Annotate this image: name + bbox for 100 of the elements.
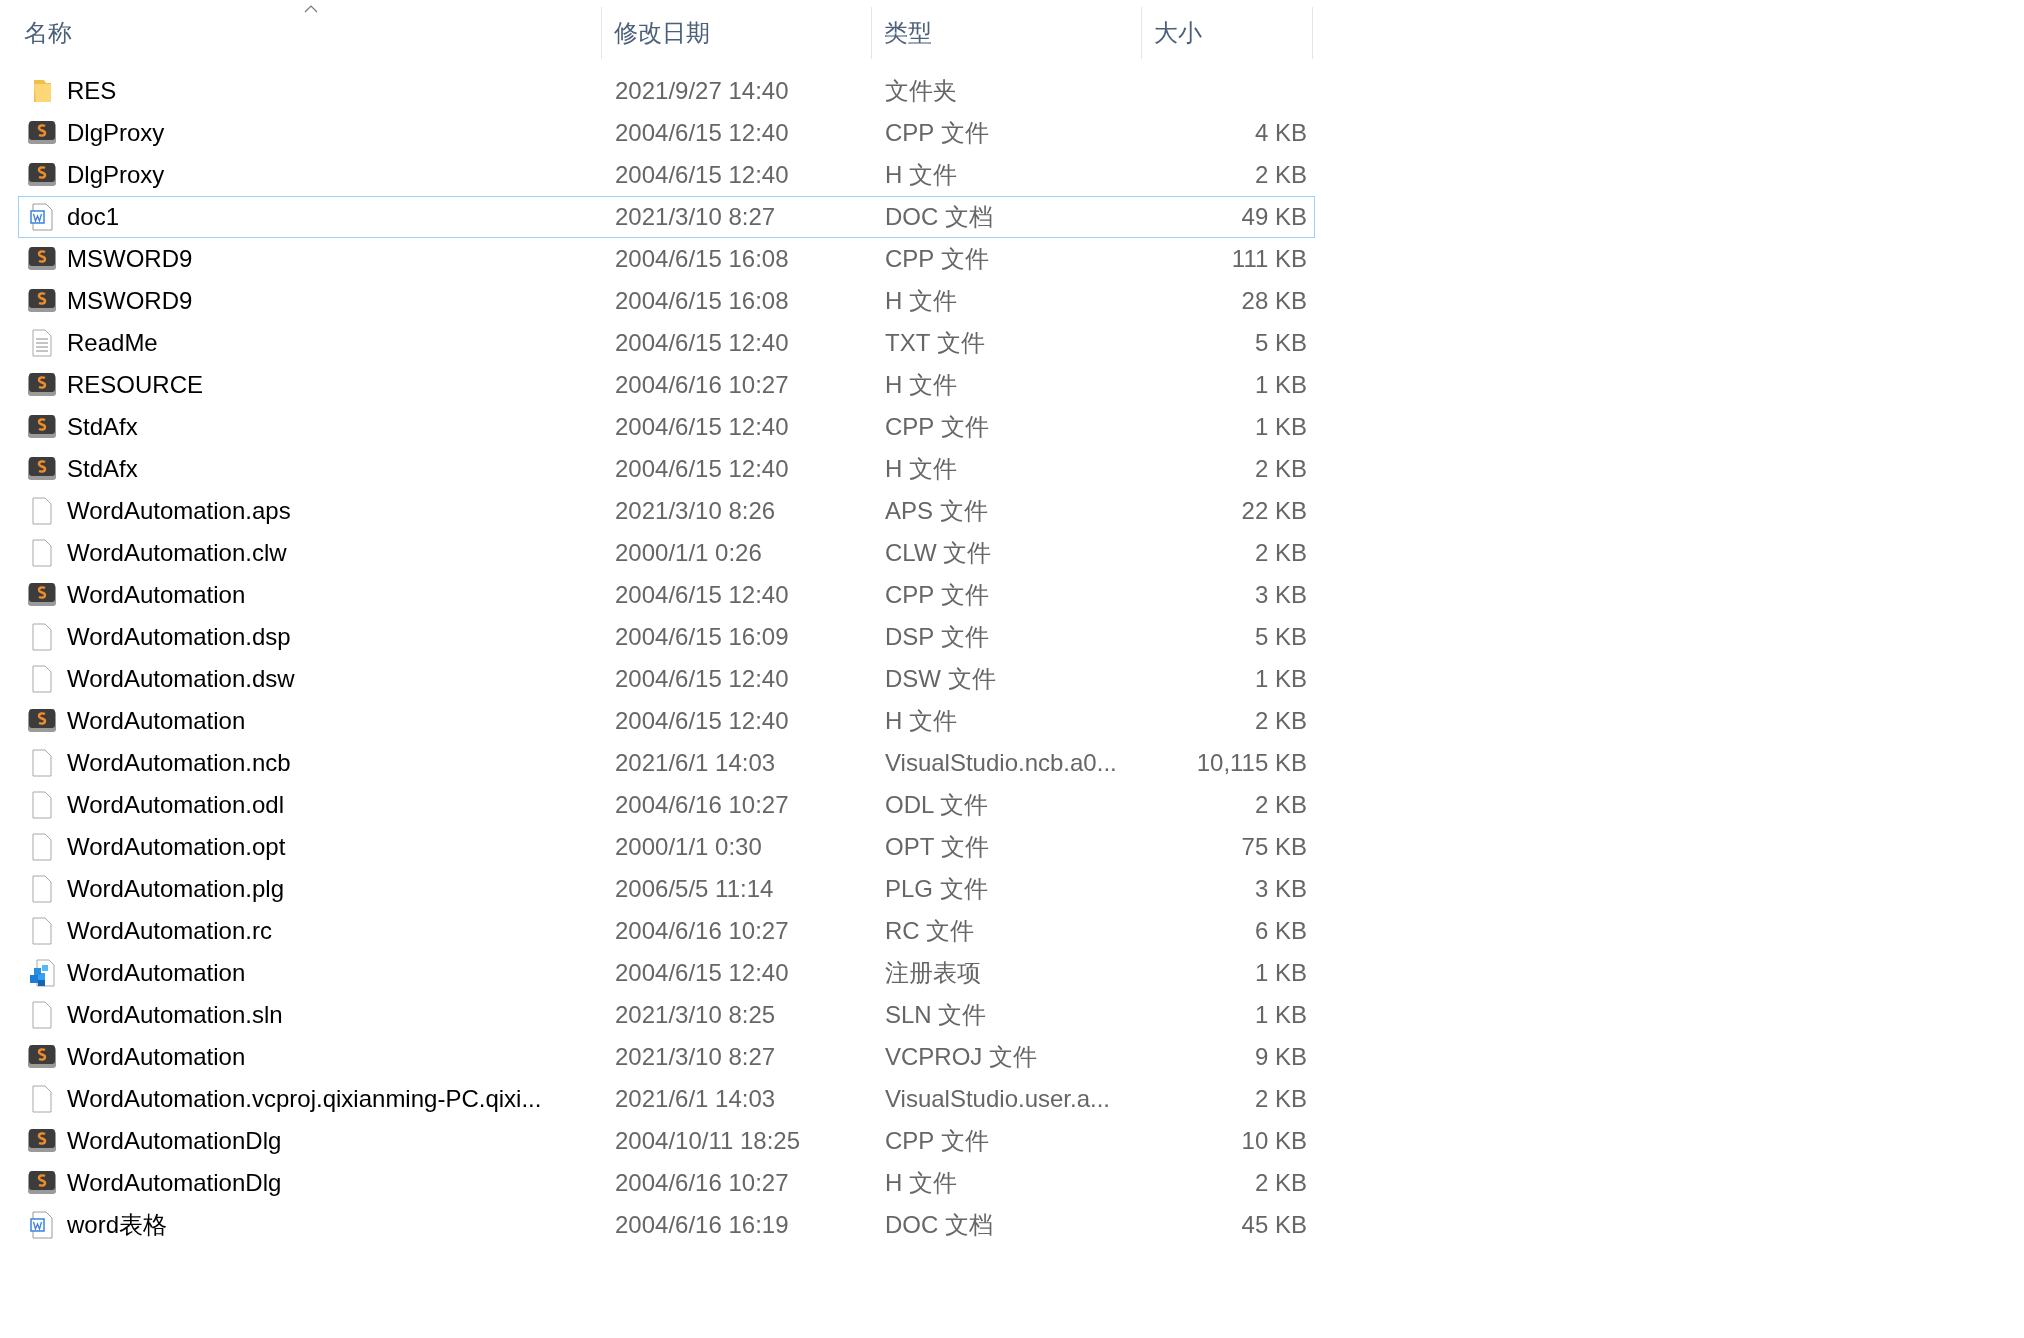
- file-name: word表格: [67, 1210, 168, 1240]
- file-name: RESOURCE: [67, 371, 204, 399]
- file-type: CPP 文件: [885, 245, 989, 272]
- file-name: MSWORD9: [67, 245, 193, 273]
- file-size: 5 KB: [1254, 623, 1307, 650]
- modified-date: 2021/3/10 8:26: [615, 497, 776, 524]
- file-size: 75 KB: [1241, 833, 1307, 860]
- file-size: 4 KB: [1254, 119, 1307, 146]
- file-name: StdAfx: [67, 455, 138, 483]
- file-icon: [31, 875, 53, 903]
- file-row[interactable]: WordAutomation 2021/3/10 8:27 VCPROJ 文件 9 KB: [18, 1036, 1315, 1078]
- file-row[interactable]: WordAutomationDlg 2004/6/16 10:27 H 文件 2 KB: [18, 1162, 1315, 1204]
- file-row[interactable]: DlgProxy 2004/6/15 12:40 CPP 文件 4 KB: [18, 112, 1315, 154]
- file-row[interactable]: RESOURCE 2004/6/16 10:27 H 文件 1 KB: [18, 364, 1315, 406]
- file-icon: [31, 917, 53, 945]
- file-row[interactable]: MSWORD9 2004/6/15 16:08 CPP 文件 111 KB: [18, 238, 1315, 280]
- file-type: APS 文件: [885, 497, 988, 524]
- file-size: 45 KB: [1241, 1211, 1307, 1238]
- text-file-icon: [31, 329, 53, 357]
- source-file-icon: [27, 288, 57, 314]
- file-size: 10 KB: [1241, 1127, 1307, 1154]
- modified-date: 2021/3/10 8:27: [615, 1043, 776, 1070]
- file-name: WordAutomation.dsp: [67, 623, 291, 651]
- source-file-icon: [27, 120, 57, 146]
- column-header[interactable]: 修改日期: [602, 7, 872, 59]
- file-name: MSWORD9: [67, 287, 193, 315]
- file-row[interactable]: WordAutomationDlg 2004/10/11 18:25 CPP 文件 10 KB: [18, 1120, 1315, 1162]
- file-row[interactable]: StdAfx 2004/6/15 12:40 CPP 文件 1 KB: [18, 406, 1315, 448]
- file-row[interactable]: ReadMe 2004/6/15 12:40 TXT 文件 5 KB: [18, 322, 1315, 364]
- file-row[interactable]: WordAutomation.sln 2021/3/10 8:25 SLN 文件 1 KB: [18, 994, 1315, 1036]
- file-size: 22 KB: [1241, 497, 1307, 524]
- source-file-icon: [27, 1128, 57, 1154]
- file-row[interactable]: WordAutomation.vcproj.qixianming-PC.qixi... 2021/6/1 14:03 VisualStudio.user.a... 2 KB: [18, 1078, 1315, 1120]
- file-type: ODL 文件: [885, 791, 989, 818]
- source-file-icon: [27, 162, 57, 188]
- file-icon: [31, 539, 53, 567]
- file-row[interactable]: WordAutomation.plg 2006/5/5 11:14 PLG 文件 3 KB: [18, 868, 1315, 910]
- file-row[interactable]: MSWORD9 2004/6/15 16:08 H 文件 28 KB: [18, 280, 1315, 322]
- file-row[interactable]: StdAfx 2004/6/15 12:40 H 文件 2 KB: [18, 448, 1315, 490]
- file-type: RC 文件: [885, 917, 975, 944]
- source-file-icon: [27, 414, 57, 440]
- file-icon: [31, 749, 53, 777]
- registry-icon: [29, 959, 55, 987]
- modified-date: 2004/6/15 12:40: [615, 581, 789, 608]
- file-row[interactable]: WordAutomation.aps 2021/3/10 8:26 APS 文件 22 KB: [18, 490, 1315, 532]
- file-icon: [31, 623, 53, 651]
- file-type: CPP 文件: [885, 119, 989, 146]
- file-name: StdAfx: [67, 413, 138, 441]
- column-header[interactable]: 类型: [872, 7, 1142, 59]
- file-row[interactable]: WordAutomation.ncb 2021/6/1 14:03 VisualStudio.ncb.a0... 10,115 KB: [18, 742, 1315, 784]
- file-name: WordAutomation.plg: [67, 875, 284, 903]
- file-row[interactable]: WordAutomation.dsw 2004/6/15 12:40 DSW 文件 1 KB: [18, 658, 1315, 700]
- file-type: VisualStudio.user.a...: [885, 1085, 1111, 1112]
- modified-date: 2004/6/15 12:40: [615, 161, 789, 188]
- file-row[interactable]: WordAutomation 2004/6/15 12:40 注册表项 1 KB: [18, 952, 1315, 994]
- file-row[interactable]: WordAutomation.clw 2000/1/1 0:26 CLW 文件 2 KB: [18, 532, 1315, 574]
- file-row[interactable]: DlgProxy 2004/6/15 12:40 H 文件 2 KB: [18, 154, 1315, 196]
- file-row[interactable]: WordAutomation 2004/6/15 12:40 CPP 文件 3 KB: [18, 574, 1315, 616]
- file-name: WordAutomationDlg: [67, 1169, 282, 1197]
- modified-date: 2004/6/15 12:40: [615, 665, 789, 692]
- file-type: 注册表项: [885, 959, 981, 986]
- file-type: H 文件: [885, 287, 957, 314]
- modified-date: 2000/1/1 0:26: [615, 539, 762, 566]
- file-name: WordAutomation: [67, 707, 246, 735]
- file-type: H 文件: [885, 371, 957, 398]
- file-row[interactable]: doc1 2021/3/10 8:27 DOC 文档 49 KB: [18, 196, 1315, 238]
- file-row[interactable]: WordAutomation 2004/6/15 12:40 H 文件 2 KB: [18, 700, 1315, 742]
- file-row[interactable]: word表格 2004/6/16 16:19 DOC 文档 45 KB: [18, 1204, 1315, 1246]
- file-name: WordAutomation.ncb: [67, 749, 291, 777]
- file-icon: [31, 1085, 53, 1113]
- column-header[interactable]: 大小: [1142, 7, 1313, 59]
- file-size: 1 KB: [1254, 371, 1307, 398]
- column-header[interactable]: 名称: [18, 7, 602, 59]
- file-name: WordAutomation.opt: [67, 833, 286, 861]
- file-name: WordAutomation.odl: [67, 791, 284, 819]
- modified-date: 2006/5/5 11:14: [615, 875, 774, 902]
- file-row[interactable]: WordAutomation.dsp 2004/6/15 16:09 DSP 文件 5 KB: [18, 616, 1315, 658]
- file-row[interactable]: RES 2021/9/27 14:40 文件夹: [18, 70, 1315, 112]
- file-type: CPP 文件: [885, 1127, 989, 1154]
- file-type: DSW 文件: [885, 665, 996, 692]
- file-size: 5 KB: [1254, 329, 1307, 356]
- file-row[interactable]: WordAutomation.rc 2004/6/16 10:27 RC 文件 6 KB: [18, 910, 1315, 952]
- file-icon: [31, 833, 53, 861]
- file-type: H 文件: [885, 455, 957, 482]
- file-size: 1 KB: [1254, 413, 1307, 440]
- modified-date: 2004/6/16 10:27: [615, 371, 789, 398]
- file-type: TXT 文件: [885, 329, 985, 356]
- file-type: PLG 文件: [885, 875, 988, 902]
- file-row[interactable]: WordAutomation.opt 2000/1/1 0:30 OPT 文件 75 KB: [18, 826, 1315, 868]
- file-name: WordAutomation.vcproj.qixianming-PC.qixi...: [67, 1085, 542, 1113]
- modified-date: 2021/3/10 8:25: [615, 1001, 776, 1028]
- modified-date: 2021/6/1 14:03: [615, 749, 776, 776]
- file-name: DlgProxy: [67, 119, 165, 147]
- file-name: WordAutomation: [67, 581, 246, 609]
- file-type: OPT 文件: [885, 833, 989, 860]
- modified-date: 2004/6/15 12:40: [615, 119, 789, 146]
- file-size: 111 KB: [1231, 245, 1307, 272]
- file-size: 2 KB: [1254, 539, 1307, 566]
- file-name: WordAutomation.aps: [67, 497, 291, 525]
- file-row[interactable]: WordAutomation.odl 2004/6/16 10:27 ODL 文件 2 KB: [18, 784, 1315, 826]
